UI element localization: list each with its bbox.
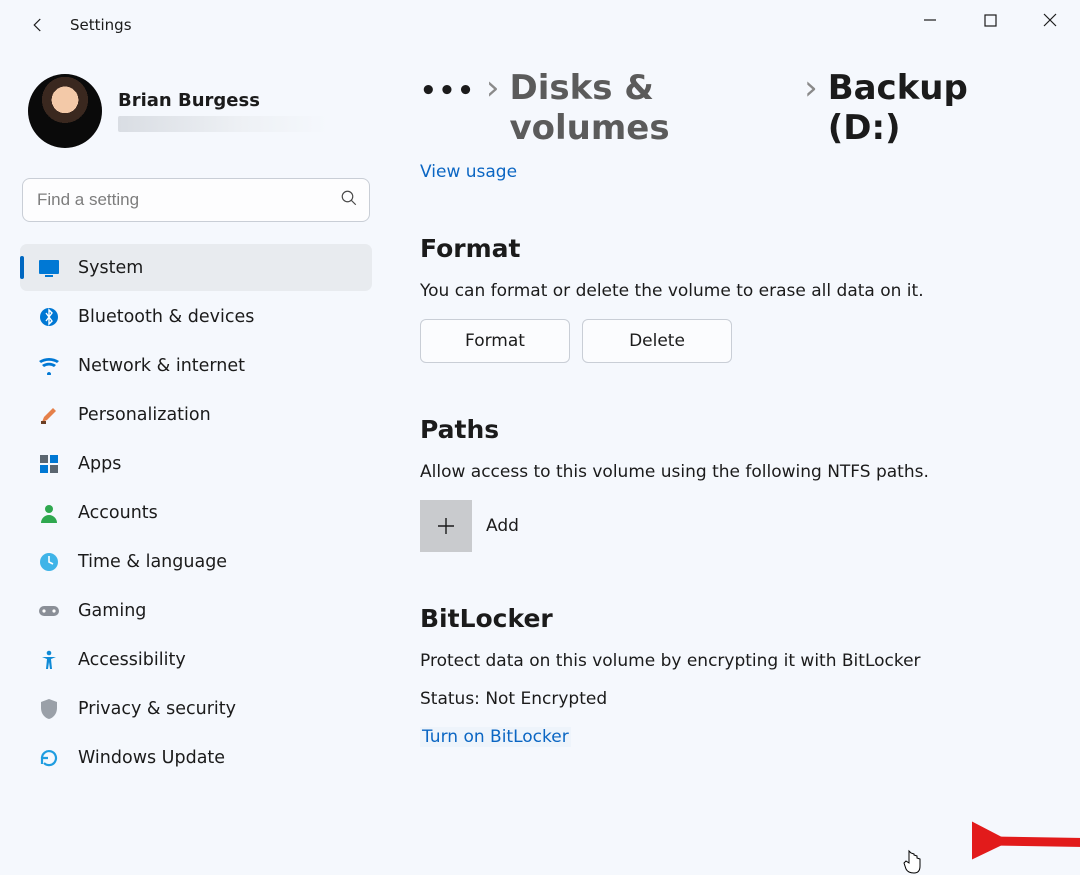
chevron-right-icon: ›: [804, 68, 818, 108]
content-pane: ••• › Disks & volumes › Backup (D:) View…: [372, 60, 1060, 875]
sidebar-item-label: Accessibility: [78, 650, 186, 670]
bluetooth-icon: [38, 306, 60, 328]
sidebar-item-privacy[interactable]: Privacy & security: [20, 685, 372, 732]
shield-icon: [38, 698, 60, 720]
bitlocker-status-value: Not Encrypted: [485, 689, 607, 709]
format-section: Format You can format or delete the volu…: [420, 234, 1030, 363]
window-controls: [900, 0, 1080, 40]
sidebar-item-label: Network & internet: [78, 356, 245, 376]
bitlocker-section: BitLocker Protect data on this volume by…: [420, 604, 1030, 747]
paths-section: Paths Allow access to this volume using …: [420, 415, 1030, 552]
brush-icon: [38, 404, 60, 426]
add-path-button[interactable]: [420, 500, 472, 552]
close-button[interactable]: [1020, 0, 1080, 40]
sidebar-nav: System Bluetooth & devices Network & int…: [20, 244, 372, 781]
sidebar-item-label: Windows Update: [78, 748, 225, 768]
sidebar-item-apps[interactable]: Apps: [20, 440, 372, 487]
profile[interactable]: Brian Burgess: [20, 60, 372, 172]
bitlocker-status-label: Status:: [420, 689, 480, 709]
breadcrumb-current: Backup (D:): [828, 68, 1030, 148]
system-icon: [38, 257, 60, 279]
sidebar-item-personalization[interactable]: Personalization: [20, 391, 372, 438]
chevron-right-icon: ›: [486, 68, 500, 108]
update-icon: [38, 747, 60, 769]
apps-icon: [38, 453, 60, 475]
gamepad-icon: [38, 600, 60, 622]
bitlocker-description: Protect data on this volume by encryptin…: [420, 651, 1030, 671]
window-title: Settings: [70, 16, 132, 34]
maximize-button[interactable]: [960, 0, 1020, 40]
sidebar-item-accessibility[interactable]: Accessibility: [20, 636, 372, 683]
delete-button[interactable]: Delete: [582, 319, 732, 363]
sidebar-item-label: Privacy & security: [78, 699, 236, 719]
sidebar-item-system[interactable]: System: [20, 244, 372, 291]
sidebar-item-label: System: [78, 258, 143, 278]
sidebar-item-label: Accounts: [78, 503, 158, 523]
wifi-icon: [38, 355, 60, 377]
titlebar: Settings: [0, 0, 1080, 50]
pointer-cursor-icon: [902, 849, 924, 875]
person-icon: [38, 502, 60, 524]
sidebar-item-network[interactable]: Network & internet: [20, 342, 372, 389]
annotation-arrow: [972, 816, 1080, 866]
sidebar-item-bluetooth[interactable]: Bluetooth & devices: [20, 293, 372, 340]
sidebar: Brian Burgess System: [20, 60, 372, 875]
add-path-label: Add: [486, 516, 519, 536]
back-button[interactable]: [18, 5, 58, 45]
minimize-button[interactable]: [900, 0, 960, 40]
paths-heading: Paths: [420, 415, 1030, 444]
sidebar-item-accounts[interactable]: Accounts: [20, 489, 372, 536]
view-usage-link[interactable]: View usage: [420, 162, 517, 182]
format-button[interactable]: Format: [420, 319, 570, 363]
profile-email-redacted: [118, 116, 328, 132]
format-description: You can format or delete the volume to e…: [420, 281, 1030, 301]
sidebar-item-label: Personalization: [78, 405, 211, 425]
accessibility-icon: [38, 649, 60, 671]
search-input[interactable]: [22, 178, 370, 222]
breadcrumb-parent[interactable]: Disks & volumes: [509, 68, 794, 148]
bitlocker-status: Status: Not Encrypted: [420, 689, 1030, 709]
sidebar-item-update[interactable]: Windows Update: [20, 734, 372, 781]
sidebar-item-label: Time & language: [78, 552, 227, 572]
breadcrumb: ••• › Disks & volumes › Backup (D:): [420, 68, 1030, 148]
sidebar-item-label: Gaming: [78, 601, 146, 621]
clock-icon: [38, 551, 60, 573]
sidebar-item-time[interactable]: Time & language: [20, 538, 372, 585]
turn-on-bitlocker-link[interactable]: Turn on BitLocker: [420, 727, 571, 747]
search-icon: [340, 189, 358, 211]
sidebar-item-gaming[interactable]: Gaming: [20, 587, 372, 634]
sidebar-item-label: Bluetooth & devices: [78, 307, 254, 327]
avatar: [28, 74, 102, 148]
bitlocker-heading: BitLocker: [420, 604, 1030, 633]
format-heading: Format: [420, 234, 1030, 263]
sidebar-item-label: Apps: [78, 454, 121, 474]
paths-description: Allow access to this volume using the fo…: [420, 462, 1030, 482]
search-box[interactable]: [22, 178, 370, 222]
profile-name: Brian Burgess: [118, 90, 328, 112]
breadcrumb-overflow[interactable]: •••: [420, 76, 476, 106]
